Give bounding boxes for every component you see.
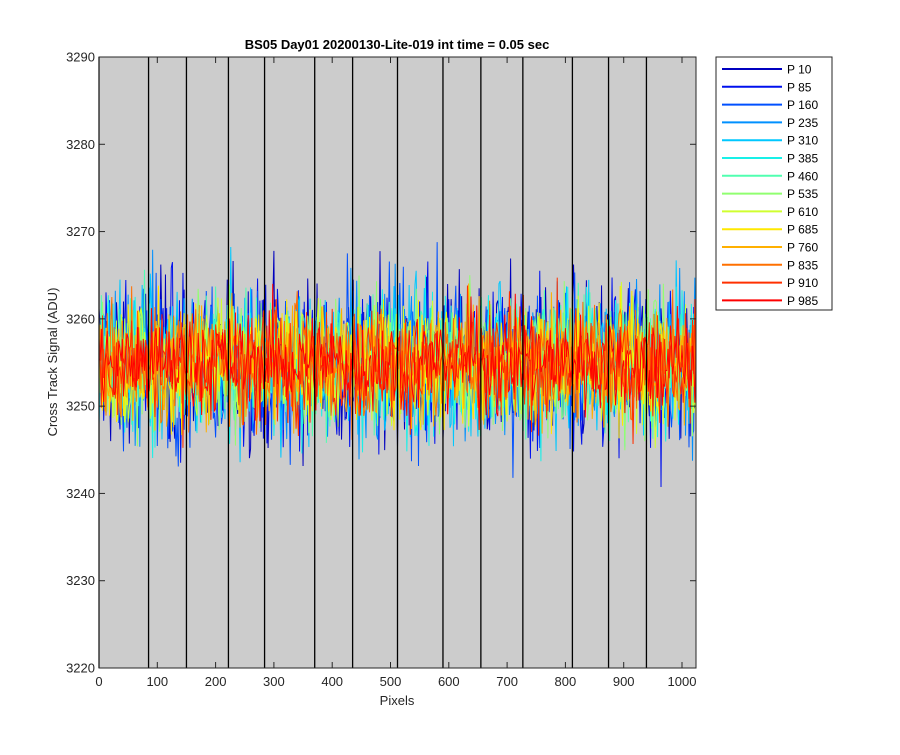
legend-label: P 460 (787, 169, 818, 183)
legend-label: P 985 (787, 294, 818, 308)
legend-label: P 385 (787, 152, 818, 166)
legend-label: P 685 (787, 223, 818, 237)
legend-label: P 535 (787, 187, 818, 201)
y-tick-label: 3220 (66, 661, 95, 676)
legend-label: P 10 (787, 63, 812, 77)
y-tick-label: 3230 (66, 573, 95, 588)
legend: P 10 P 85 P 160 P 235 P 310 P 385 P 460 P 535 P … (715, 56, 833, 311)
legend-label: P 910 (787, 276, 818, 290)
legend-label: P 310 (787, 134, 818, 148)
x-tick-label: 100 (146, 674, 168, 689)
legend-label: P 760 (787, 241, 818, 255)
y-tick-label: 3290 (66, 50, 95, 65)
y-axis-label: Cross Track Signal (ADU) (45, 288, 60, 437)
legend-label: P 160 (787, 98, 818, 112)
legend-label: P 610 (787, 205, 818, 219)
x-tick-label: 600 (438, 674, 460, 689)
x-tick-label: 400 (321, 674, 343, 689)
legend-label: P 835 (787, 258, 818, 272)
legend-label: P 235 (787, 116, 818, 130)
y-tick-label: 3280 (66, 137, 95, 152)
chart-svg: 0 100 200 300 400 500 600 700 800 900 1000 3220 323… (45, 37, 833, 708)
x-tick-label: 800 (555, 674, 577, 689)
x-tick-label: 0 (95, 674, 102, 689)
chart-title: BS05 Day01 20200130-Lite-019 int time = … (245, 37, 550, 52)
y-tick-label: 3250 (66, 399, 95, 414)
y-tick-label: 3240 (66, 486, 95, 501)
x-tick-label: 900 (613, 674, 635, 689)
x-tick-label: 700 (496, 674, 518, 689)
x-tick-label: 500 (380, 674, 402, 689)
y-tick-label: 3270 (66, 224, 95, 239)
y-tick-label: 3260 (66, 311, 95, 326)
x-tick-label: 300 (263, 674, 285, 689)
x-tick-label: 200 (205, 674, 227, 689)
x-tick-label: 1000 (668, 674, 697, 689)
chart-figure: 0 100 200 300 400 500 600 700 800 900 1000 3220 323… (0, 0, 900, 750)
x-axis-label: Pixels (380, 693, 415, 708)
legend-label: P 85 (787, 80, 812, 94)
